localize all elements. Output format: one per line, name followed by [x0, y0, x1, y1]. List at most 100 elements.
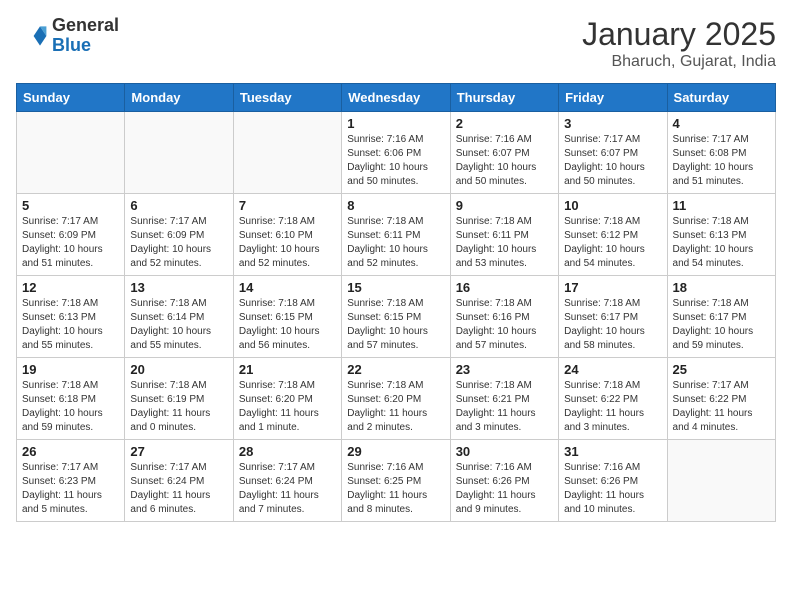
title-block: January 2025 Bharuch, Gujarat, India — [582, 16, 776, 71]
weekday-header: Wednesday — [342, 84, 450, 112]
day-info: Sunrise: 7:18 AM Sunset: 6:19 PM Dayligh… — [130, 379, 227, 435]
calendar-cell: 31 Sunrise: 7:16 AM Sunset: 6:26 PM Dayli… — [559, 440, 667, 522]
day-number: 3 — [564, 116, 661, 131]
day-info: Sunrise: 7:17 AM Sunset: 6:24 PM Dayligh… — [239, 461, 336, 517]
day-number: 28 — [239, 444, 336, 459]
calendar-cell: 4 Sunrise: 7:17 AM Sunset: 6:08 PM Daylig… — [667, 112, 775, 194]
day-info: Sunrise: 7:17 AM Sunset: 6:23 PM Dayligh… — [22, 461, 119, 517]
day-info: Sunrise: 7:18 AM Sunset: 6:11 PM Dayligh… — [456, 215, 553, 271]
day-info: Sunrise: 7:16 AM Sunset: 6:26 PM Dayligh… — [564, 461, 661, 517]
day-info: Sunrise: 7:17 AM Sunset: 6:09 PM Dayligh… — [22, 215, 119, 271]
day-info: Sunrise: 7:17 AM Sunset: 6:24 PM Dayligh… — [130, 461, 227, 517]
day-number: 11 — [673, 198, 770, 213]
weekday-header: Saturday — [667, 84, 775, 112]
calendar-week-row: 1Sunrise: 7:16 AM Sunset: 6:06 PM Daylig… — [17, 112, 776, 194]
location: Bharuch, Gujarat, India — [582, 53, 776, 71]
calendar: SundayMondayTuesdayWednesdayThursdayFrid… — [16, 83, 776, 522]
day-number: 1 — [347, 116, 444, 131]
calendar-cell — [233, 112, 341, 194]
logo-blue: Blue — [52, 36, 119, 56]
day-info: Sunrise: 7:16 AM Sunset: 6:26 PM Dayligh… — [456, 461, 553, 517]
day-number: 14 — [239, 280, 336, 295]
day-number: 12 — [22, 280, 119, 295]
calendar-cell: 6Sunrise: 7:17 AM Sunset: 6:09 PM Daylig… — [125, 194, 233, 276]
calendar-cell: 2 Sunrise: 7:16 AM Sunset: 6:07 PM Daylig… — [450, 112, 558, 194]
weekday-header: Thursday — [450, 84, 558, 112]
day-info: Sunrise: 7:18 AM Sunset: 6:15 PM Dayligh… — [347, 297, 444, 353]
weekday-header: Monday — [125, 84, 233, 112]
day-number: 17 — [564, 280, 661, 295]
day-number: 15 — [347, 280, 444, 295]
logo-general: General — [52, 16, 119, 36]
day-info: Sunrise: 7:18 AM Sunset: 6:22 PM Dayligh… — [564, 379, 661, 435]
day-number: 2 — [456, 116, 553, 131]
calendar-cell: 8 Sunrise: 7:18 AM Sunset: 6:11 PM Daylig… — [342, 194, 450, 276]
day-info: Sunrise: 7:17 AM Sunset: 6:08 PM Dayligh… — [673, 133, 770, 189]
weekday-header: Sunday — [17, 84, 125, 112]
calendar-cell: 23Sunrise: 7:18 AM Sunset: 6:21 PM Dayli… — [450, 358, 558, 440]
page-header: General Blue January 2025 Bharuch, Gujar… — [16, 16, 776, 71]
day-number: 9 — [456, 198, 553, 213]
calendar-cell: 28 Sunrise: 7:17 AM Sunset: 6:24 PM Dayli… — [233, 440, 341, 522]
weekday-header: Tuesday — [233, 84, 341, 112]
day-info: Sunrise: 7:18 AM Sunset: 6:13 PM Dayligh… — [673, 215, 770, 271]
calendar-cell: 11 Sunrise: 7:18 AM Sunset: 6:13 PM Dayli… — [667, 194, 775, 276]
day-number: 5 — [22, 198, 119, 213]
day-info: Sunrise: 7:18 AM Sunset: 6:20 PM Dayligh… — [347, 379, 444, 435]
day-info: Sunrise: 7:18 AM Sunset: 6:14 PM Dayligh… — [130, 297, 227, 353]
day-number: 26 — [22, 444, 119, 459]
day-number: 6 — [130, 198, 227, 213]
calendar-cell: 5 Sunrise: 7:17 AM Sunset: 6:09 PM Daylig… — [17, 194, 125, 276]
month-year: January 2025 — [582, 16, 776, 53]
calendar-cell: 30 Sunrise: 7:16 AM Sunset: 6:26 PM Dayli… — [450, 440, 558, 522]
day-info: Sunrise: 7:16 AM Sunset: 6:07 PM Dayligh… — [456, 133, 553, 189]
calendar-week-row: 26 Sunrise: 7:17 AM Sunset: 6:23 PM Dayli… — [17, 440, 776, 522]
calendar-cell: 17Sunrise: 7:18 AM Sunset: 6:17 PM Dayli… — [559, 276, 667, 358]
day-info: Sunrise: 7:18 AM Sunset: 6:12 PM Dayligh… — [564, 215, 661, 271]
day-info: Sunrise: 7:18 AM Sunset: 6:20 PM Dayligh… — [239, 379, 336, 435]
day-number: 30 — [456, 444, 553, 459]
calendar-cell: 18Sunrise: 7:18 AM Sunset: 6:17 PM Dayli… — [667, 276, 775, 358]
calendar-cell: 24Sunrise: 7:18 AM Sunset: 6:22 PM Dayli… — [559, 358, 667, 440]
day-number: 4 — [673, 116, 770, 131]
calendar-cell: 26 Sunrise: 7:17 AM Sunset: 6:23 PM Dayli… — [17, 440, 125, 522]
day-number: 27 — [130, 444, 227, 459]
day-info: Sunrise: 7:18 AM Sunset: 6:16 PM Dayligh… — [456, 297, 553, 353]
day-number: 16 — [456, 280, 553, 295]
calendar-cell: 1Sunrise: 7:16 AM Sunset: 6:06 PM Daylig… — [342, 112, 450, 194]
calendar-cell: 25Sunrise: 7:17 AM Sunset: 6:22 PM Dayli… — [667, 358, 775, 440]
calendar-cell: 29 Sunrise: 7:16 AM Sunset: 6:25 PM Dayli… — [342, 440, 450, 522]
day-number: 31 — [564, 444, 661, 459]
day-info: Sunrise: 7:17 AM Sunset: 6:07 PM Dayligh… — [564, 133, 661, 189]
day-number: 20 — [130, 362, 227, 377]
calendar-cell: 10Sunrise: 7:18 AM Sunset: 6:12 PM Dayli… — [559, 194, 667, 276]
calendar-cell: 20 Sunrise: 7:18 AM Sunset: 6:19 PM Dayli… — [125, 358, 233, 440]
calendar-cell: 22Sunrise: 7:18 AM Sunset: 6:20 PM Dayli… — [342, 358, 450, 440]
calendar-cell: 14 Sunrise: 7:18 AM Sunset: 6:15 PM Dayli… — [233, 276, 341, 358]
calendar-cell: 19Sunrise: 7:18 AM Sunset: 6:18 PM Dayli… — [17, 358, 125, 440]
calendar-week-row: 5 Sunrise: 7:17 AM Sunset: 6:09 PM Daylig… — [17, 194, 776, 276]
weekday-header-row: SundayMondayTuesdayWednesdayThursdayFrid… — [17, 84, 776, 112]
calendar-cell: 12 Sunrise: 7:18 AM Sunset: 6:13 PM Dayli… — [17, 276, 125, 358]
calendar-cell: 13Sunrise: 7:18 AM Sunset: 6:14 PM Dayli… — [125, 276, 233, 358]
logo-icon — [16, 20, 48, 52]
calendar-cell: 9 Sunrise: 7:18 AM Sunset: 6:11 PM Daylig… — [450, 194, 558, 276]
calendar-cell — [17, 112, 125, 194]
day-info: Sunrise: 7:18 AM Sunset: 6:15 PM Dayligh… — [239, 297, 336, 353]
calendar-week-row: 12 Sunrise: 7:18 AM Sunset: 6:13 PM Dayli… — [17, 276, 776, 358]
day-info: Sunrise: 7:18 AM Sunset: 6:17 PM Dayligh… — [673, 297, 770, 353]
day-info: Sunrise: 7:17 AM Sunset: 6:22 PM Dayligh… — [673, 379, 770, 435]
day-number: 8 — [347, 198, 444, 213]
day-number: 29 — [347, 444, 444, 459]
calendar-cell — [667, 440, 775, 522]
day-info: Sunrise: 7:18 AM Sunset: 6:10 PM Dayligh… — [239, 215, 336, 271]
calendar-cell: 15 Sunrise: 7:18 AM Sunset: 6:15 PM Dayli… — [342, 276, 450, 358]
day-info: Sunrise: 7:16 AM Sunset: 6:25 PM Dayligh… — [347, 461, 444, 517]
day-number: 19 — [22, 362, 119, 377]
logo-text: General Blue — [52, 16, 119, 56]
calendar-cell: 27 Sunrise: 7:17 AM Sunset: 6:24 PM Dayli… — [125, 440, 233, 522]
calendar-cell: 7Sunrise: 7:18 AM Sunset: 6:10 PM Daylig… — [233, 194, 341, 276]
day-info: Sunrise: 7:18 AM Sunset: 6:11 PM Dayligh… — [347, 215, 444, 271]
calendar-cell — [125, 112, 233, 194]
day-info: Sunrise: 7:18 AM Sunset: 6:13 PM Dayligh… — [22, 297, 119, 353]
